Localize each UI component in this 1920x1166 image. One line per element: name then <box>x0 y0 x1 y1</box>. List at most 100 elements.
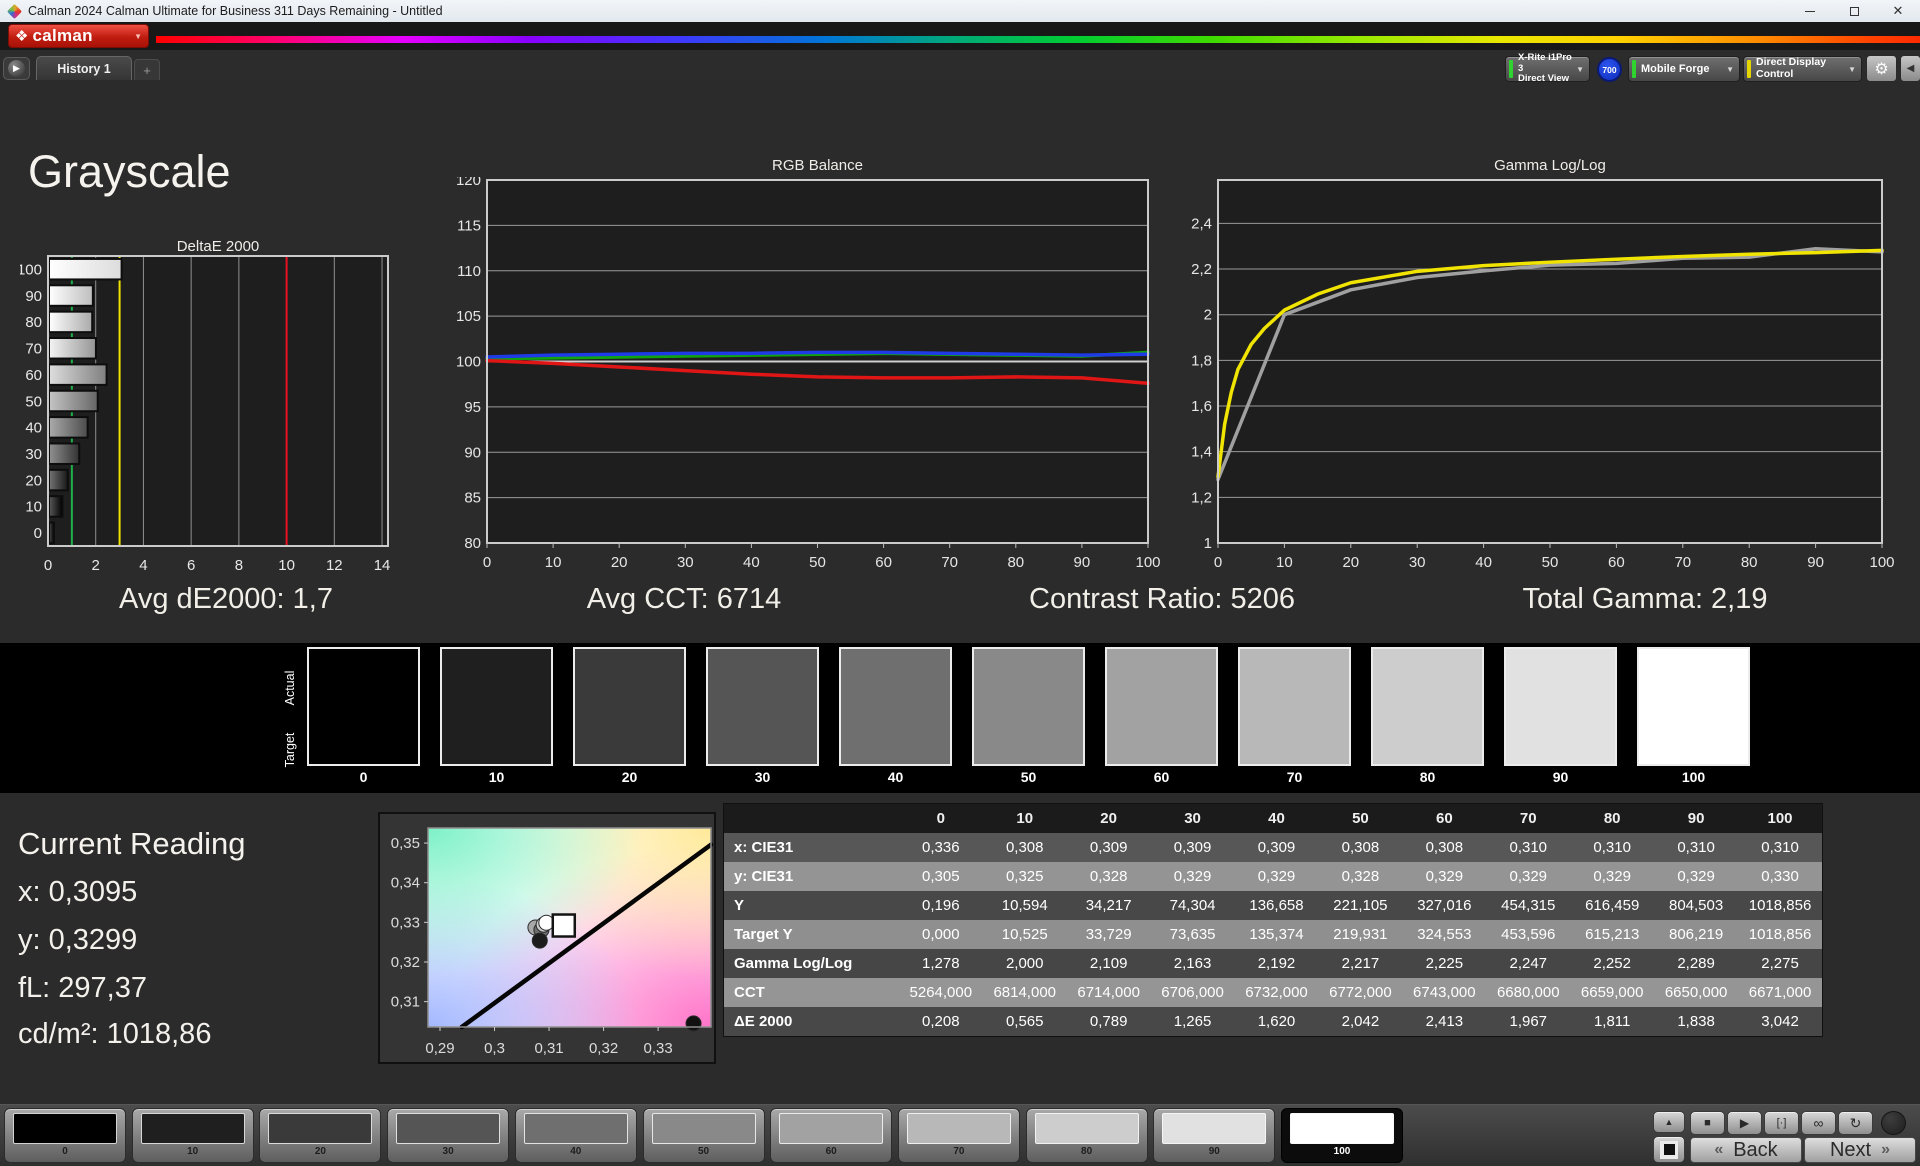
panel-up-button[interactable]: ▲ <box>1653 1111 1685 1133</box>
table-row: Target Y 0,000 10,525 33,729 73,635 135,374 21… <box>724 920 1822 949</box>
next-button[interactable]: Next » <box>1804 1137 1916 1163</box>
current-reading-x: x: 0,3095 <box>18 876 138 908</box>
table-cell: 5264,000 <box>909 984 973 1001</box>
patch-swatch-0 <box>13 1113 117 1144</box>
add-tab-button[interactable]: + <box>134 59 160 80</box>
cie-chromaticity-chart: 0,35 0,34 0,33 0,32 0,31 0,29 0,3 0,31 0,32 0,33 <box>378 812 716 1064</box>
total-gamma-stat: Total Gamma: 2,19 <box>1522 583 1768 615</box>
page-title: Grayscale <box>28 146 231 197</box>
patch-window-button[interactable] <box>1653 1136 1685 1163</box>
back-button-label: Back <box>1733 1138 1778 1161</box>
grayscale-swatch-10 <box>440 647 553 766</box>
table-cell: 2,413 <box>1425 1013 1464 1030</box>
rgb-balance-chart-title: RGB Balance <box>772 157 863 174</box>
svg-text:20: 20 <box>611 554 628 571</box>
svg-text:70: 70 <box>25 341 42 358</box>
svg-text:60: 60 <box>25 367 42 384</box>
grayscale-swatch-60 <box>1105 647 1218 766</box>
back-button[interactable]: « Back <box>1690 1137 1802 1163</box>
layout-nav-button[interactable]: ▶ <box>3 57 30 80</box>
current-reading-fl: fL: 297,37 <box>18 972 147 1004</box>
svg-text:0,35: 0,35 <box>391 835 420 852</box>
settings-button[interactable]: ⚙ <box>1866 55 1897 82</box>
table-cell: 6650,000 <box>1664 984 1728 1001</box>
table-cell: 6680,000 <box>1496 984 1560 1001</box>
actual-row-label: Actual <box>283 670 297 706</box>
table-cell: 1,265 <box>1173 1013 1212 1030</box>
svg-text:90: 90 <box>1807 554 1824 571</box>
svg-text:10: 10 <box>545 554 562 571</box>
svg-text:20: 20 <box>25 472 42 489</box>
svg-text:0,31: 0,31 <box>534 1040 563 1057</box>
column-header-50: 50 <box>1352 810 1369 827</box>
next-button-label: Next <box>1829 1138 1872 1161</box>
chevron-down-icon: ▼ <box>1848 64 1856 74</box>
calman-diamond-icon: ❖ <box>15 27 29 45</box>
table-cell: 219,931 <box>1333 926 1388 943</box>
chevron-down-icon: ▼ <box>1726 64 1734 74</box>
maximize-button[interactable] <box>1832 0 1876 22</box>
collapse-panel-button[interactable]: ◀ <box>1900 55 1920 82</box>
row-label: x: CIE31 <box>734 839 794 856</box>
patch-label-0: 0 <box>62 1146 68 1157</box>
measure-button[interactable]: ▶ <box>1727 1111 1762 1135</box>
patch-swatch-80 <box>1034 1113 1139 1144</box>
swatch-label-90: 90 <box>1552 769 1569 785</box>
table-cell: 804,503 <box>1668 897 1724 914</box>
refresh-button[interactable]: ↻ <box>1838 1111 1873 1135</box>
table-cell: 2,192 <box>1257 955 1296 972</box>
patch-button-0[interactable]: 0 <box>4 1108 126 1163</box>
table-cell: 0,328 <box>1341 868 1380 885</box>
svg-text:30: 30 <box>25 446 42 463</box>
table-cell: 615,213 <box>1585 926 1640 943</box>
minimize-button[interactable] <box>1788 0 1832 22</box>
stop-measure-button[interactable]: ■ <box>1690 1111 1725 1135</box>
grayscale-swatch-strip: Actual Target 0 10 20 30 40 50 60 70 80 90 100 <box>0 643 1920 793</box>
patch-label-50: 50 <box>697 1146 710 1157</box>
tab-history-1[interactable]: History 1 <box>36 56 132 80</box>
close-button[interactable]: ✕ <box>1876 0 1920 22</box>
calman-menu-button[interactable]: ❖ calman ▼ <box>8 24 149 48</box>
grayscale-swatch-20 <box>573 647 686 766</box>
table-cell: 0,310 <box>1509 839 1548 856</box>
column-header-80: 80 <box>1603 810 1621 827</box>
table-cell: 0,000 <box>922 926 960 943</box>
svg-text:100: 100 <box>1135 554 1160 571</box>
patch-button-30[interactable]: 30 <box>387 1108 510 1163</box>
svg-text:0,34: 0,34 <box>391 875 420 892</box>
svg-text:40: 40 <box>743 554 760 571</box>
row-label: Y <box>734 897 745 914</box>
meter-dropdown[interactable]: X-Rite i1Pro 3 Direct View ▼ <box>1505 52 1590 84</box>
patch-button-80[interactable]: 80 <box>1025 1108 1148 1163</box>
table-cell: 0,196 <box>922 897 960 914</box>
single-measure-button[interactable]: [·] <box>1764 1111 1799 1135</box>
table-cell: 0,309 <box>1173 839 1212 856</box>
display-control-dropdown[interactable]: Direct Display Control ▼ <box>1743 56 1862 82</box>
row-label: Gamma Log/Log <box>734 955 853 972</box>
avg-de2000-stat: Avg dE2000: 1,7 <box>119 583 333 615</box>
patch-label-30: 30 <box>442 1146 454 1157</box>
meter-badge[interactable]: 700 <box>1597 57 1622 82</box>
patch-button-10[interactable]: 10 <box>131 1108 254 1163</box>
gamma-line-chart: 2,4 2,2 2 1,8 1,6 1,4 1,2 10 10 20 30 40 50 60 70 80 90 1… <box>1191 179 1895 571</box>
svg-text:1,6: 1,6 <box>1191 398 1212 415</box>
patch-button-70[interactable]: 70 <box>897 1108 1020 1163</box>
table-cell: 135,374 <box>1249 926 1304 943</box>
patch-button-40[interactable]: 40 <box>514 1108 637 1163</box>
grayscale-swatch-100 <box>1637 647 1750 766</box>
source-dropdown[interactable]: Mobile Forge ▼ <box>1628 56 1740 82</box>
svg-text:0,33: 0,33 <box>644 1040 673 1057</box>
patch-button-20[interactable]: 20 <box>259 1108 382 1163</box>
table-cell: 136,658 <box>1249 897 1304 914</box>
svg-text:30: 30 <box>677 554 694 571</box>
patch-button-60[interactable]: 60 <box>770 1108 893 1163</box>
patch-button-90[interactable]: 90 <box>1153 1108 1276 1163</box>
continuous-measure-button[interactable]: ∞ <box>1801 1111 1836 1135</box>
column-header-100: 100 <box>1767 810 1793 827</box>
svg-text:120: 120 <box>456 177 481 189</box>
table-cell: 2,247 <box>1509 955 1548 972</box>
table-cell: 2,042 <box>1341 1013 1380 1030</box>
table-cell: 6743,000 <box>1413 984 1476 1001</box>
patch-button-50[interactable]: 50 <box>642 1108 765 1163</box>
patch-button-100[interactable]: 100 <box>1281 1108 1403 1163</box>
